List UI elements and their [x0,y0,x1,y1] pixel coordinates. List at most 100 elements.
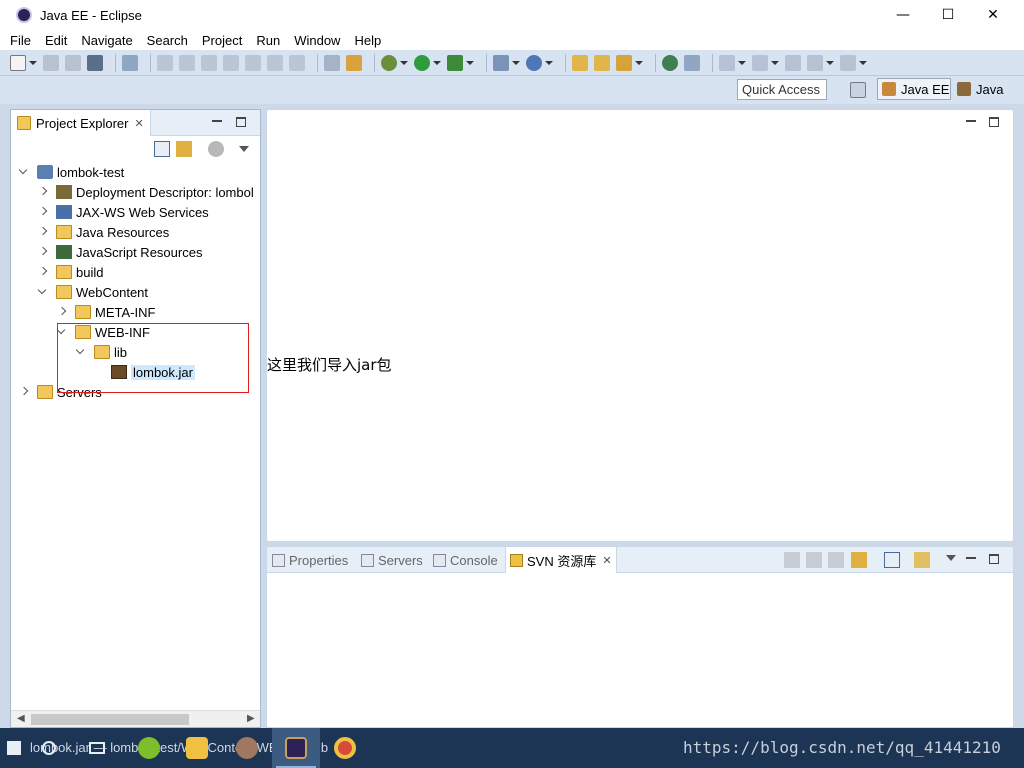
tab-servers[interactable]: Servers [361,547,423,573]
use-step-filters-icon[interactable] [346,54,362,71]
chevron-down-icon[interactable] [38,287,48,297]
perspective-java[interactable]: Java [955,78,1021,100]
chevron-right-icon[interactable] [38,207,48,217]
back-icon[interactable] [807,54,823,71]
open-perspective-icon[interactable] [850,82,866,98]
quick-access-input[interactable]: Quick Access [737,79,827,100]
chevron-right-icon[interactable] [38,187,48,197]
close-button[interactable]: ✕ [970,0,1016,30]
step-into-icon[interactable] [245,54,261,71]
menu-navigate[interactable]: Navigate [81,33,132,48]
terminate-icon[interactable] [201,54,217,71]
save-icon[interactable] [43,54,59,71]
menu-run[interactable]: Run [256,33,280,48]
tree-item-webcontent[interactable]: WebContent [38,282,148,302]
resume-icon[interactable] [157,54,173,71]
back-icon[interactable] [806,552,822,568]
drop-to-frame-icon[interactable] [324,54,340,71]
chevron-down-icon[interactable] [512,60,520,65]
chevron-right-icon[interactable] [38,247,48,257]
start-button[interactable] [0,728,28,768]
tree-item-build[interactable]: build [38,262,103,282]
chevron-down-icon[interactable] [826,60,834,65]
chevron-down-icon[interactable] [738,60,746,65]
new-repository-icon[interactable] [914,552,930,568]
tree-item-javascript-resources[interactable]: JavaScript Resources [38,242,202,262]
taskbar-file-explorer[interactable] [178,728,216,768]
new-server-icon[interactable] [493,54,509,71]
run-icon[interactable] [414,54,430,71]
menu-help[interactable]: Help [354,33,381,48]
chevron-down-icon[interactable] [400,60,408,65]
collapse-all-icon[interactable] [154,141,170,157]
menu-search[interactable]: Search [147,33,188,48]
chevron-down-icon[interactable] [29,60,37,65]
horizontal-scrollbar[interactable]: ◀ ▶ [11,710,260,727]
menu-edit[interactable]: Edit [45,33,67,48]
tab-svn-repository[interactable]: SVN 资源库 ✕ [505,547,617,573]
save-all-icon[interactable] [65,54,81,71]
skip-breakpoints-icon[interactable] [122,54,138,71]
task-view-button[interactable] [82,728,112,768]
tree-item-meta-inf[interactable]: META-INF [57,302,155,322]
close-icon[interactable]: ✕ [602,554,611,567]
menu-project[interactable]: Project [202,33,242,48]
open-resource-icon[interactable] [594,54,610,71]
maximize-button[interactable]: ☐ [925,0,971,30]
menu-window[interactable]: Window [294,33,340,48]
minimize-view-icon[interactable] [966,120,976,122]
taskbar-app-2[interactable] [228,728,266,768]
chevron-right-icon[interactable] [19,387,29,397]
minimize-view-icon[interactable] [212,120,222,122]
tree-item-jax-ws[interactable]: JAX-WS Web Services [38,202,209,222]
view-menu-icon[interactable] [944,552,960,568]
minimize-view-icon[interactable] [966,557,976,559]
tab-properties[interactable]: Properties [272,547,348,573]
chevron-right-icon[interactable] [57,307,67,317]
chevron-down-icon[interactable] [859,60,867,65]
tree-item-deployment-descriptor[interactable]: Deployment Descriptor: lombol [38,182,254,202]
tab-console[interactable]: Console [433,547,498,573]
taskbar-chrome[interactable] [326,728,364,768]
new-web-service-icon[interactable] [526,54,542,71]
forward-icon[interactable] [828,552,844,568]
search-icon[interactable] [616,54,632,71]
chevron-right-icon[interactable] [38,267,48,277]
chevron-down-icon[interactable] [771,60,779,65]
toggle-mark-occurrences-icon[interactable] [684,54,700,71]
search-button[interactable] [34,728,64,768]
chevron-down-icon[interactable] [635,60,643,65]
refresh-icon[interactable] [851,552,867,568]
forward-icon[interactable] [840,54,856,71]
web-browser-icon[interactable] [662,54,678,71]
taskbar-app-1[interactable] [130,728,168,768]
disconnect-icon[interactable] [223,54,239,71]
scroll-left-icon[interactable]: ◀ [17,713,25,724]
tab-project-explorer[interactable]: Project Explorer ✕ [11,110,151,136]
view-menu-icon[interactable] [237,141,253,157]
scroll-right-icon[interactable]: ▶ [247,713,255,724]
filters-icon[interactable] [208,141,224,157]
debug-icon[interactable] [381,54,397,71]
chevron-down-icon[interactable] [466,60,474,65]
next-annotation-icon[interactable] [719,54,735,71]
menu-file[interactable]: File [10,33,31,48]
chevron-down-icon[interactable] [545,60,553,65]
close-icon[interactable]: ✕ [134,117,143,130]
link-with-editor-icon[interactable] [176,141,192,157]
step-return-icon[interactable] [289,54,305,71]
external-tools-icon[interactable] [447,54,463,71]
print-icon[interactable] [87,54,103,71]
home-icon[interactable] [784,552,800,568]
scrollbar-thumb[interactable] [31,714,189,725]
last-edit-location-icon[interactable] [785,54,801,71]
chevron-down-icon[interactable] [433,60,441,65]
suspend-icon[interactable] [179,54,195,71]
tree-item-lombok-test[interactable]: lombok-test [19,162,124,182]
perspective-java-ee[interactable]: Java EE [877,78,951,100]
minimize-button[interactable]: — [880,0,926,30]
previous-annotation-icon[interactable] [752,54,768,71]
chevron-down-icon[interactable] [19,167,29,177]
step-over-icon[interactable] [267,54,283,71]
taskbar-eclipse[interactable] [272,728,320,768]
